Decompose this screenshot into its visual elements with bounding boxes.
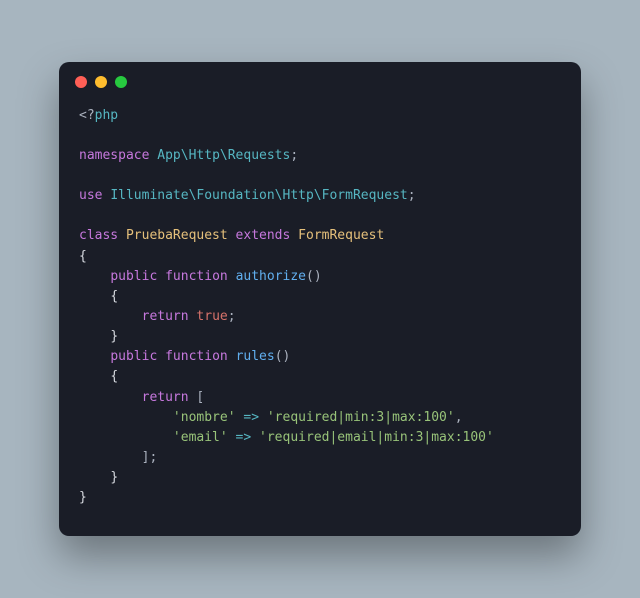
semicolon: ; bbox=[149, 450, 157, 465]
method-authorize: authorize bbox=[236, 269, 306, 284]
brace-open: { bbox=[79, 249, 87, 264]
close-icon[interactable] bbox=[75, 76, 87, 88]
method-rules: rules bbox=[236, 349, 275, 364]
use-keyword: use bbox=[79, 188, 102, 203]
return-keyword: return bbox=[142, 390, 189, 405]
class-keyword: class bbox=[79, 228, 118, 243]
php-open-tag: <? bbox=[79, 108, 95, 123]
return-keyword: return bbox=[142, 309, 189, 324]
semicolon: ; bbox=[290, 148, 298, 163]
brace-close: } bbox=[110, 329, 118, 344]
parent-class: FormRequest bbox=[298, 228, 384, 243]
arrow-operator: => bbox=[243, 410, 259, 425]
php-open-keyword: php bbox=[95, 108, 118, 123]
code-window: <?php namespace App\Http\Requests; use I… bbox=[59, 62, 581, 537]
rule-val-nombre: 'required|min:3|max:100' bbox=[267, 410, 455, 425]
comma: , bbox=[455, 410, 463, 425]
maximize-icon[interactable] bbox=[115, 76, 127, 88]
minimize-icon[interactable] bbox=[95, 76, 107, 88]
brace-close: } bbox=[79, 490, 87, 505]
true-literal: true bbox=[196, 309, 227, 324]
paren-open: ( bbox=[275, 349, 283, 364]
extends-keyword: extends bbox=[236, 228, 291, 243]
arrow-operator: => bbox=[236, 430, 252, 445]
class-name: PruebaRequest bbox=[126, 228, 228, 243]
window-titlebar bbox=[59, 62, 581, 88]
paren-close: ) bbox=[314, 269, 322, 284]
public-keyword: public bbox=[110, 349, 157, 364]
semicolon: ; bbox=[408, 188, 416, 203]
rule-key-email: 'email' bbox=[173, 430, 228, 445]
brace-close: } bbox=[110, 470, 118, 485]
brace-open: { bbox=[110, 289, 118, 304]
namespace-keyword: namespace bbox=[79, 148, 149, 163]
rule-key-nombre: 'nombre' bbox=[173, 410, 236, 425]
bracket-open: [ bbox=[196, 390, 204, 405]
semicolon: ; bbox=[228, 309, 236, 324]
function-keyword: function bbox=[165, 269, 228, 284]
use-path: Illuminate\Foundation\Http\FormRequest bbox=[110, 188, 407, 203]
namespace-path: App\Http\Requests bbox=[157, 148, 290, 163]
paren-close: ) bbox=[283, 349, 291, 364]
public-keyword: public bbox=[110, 269, 157, 284]
function-keyword: function bbox=[165, 349, 228, 364]
code-block: <?php namespace App\Http\Requests; use I… bbox=[59, 88, 581, 537]
paren-open: ( bbox=[306, 269, 314, 284]
brace-open: { bbox=[110, 369, 118, 384]
rule-val-email: 'required|email|min:3|max:100' bbox=[259, 430, 494, 445]
